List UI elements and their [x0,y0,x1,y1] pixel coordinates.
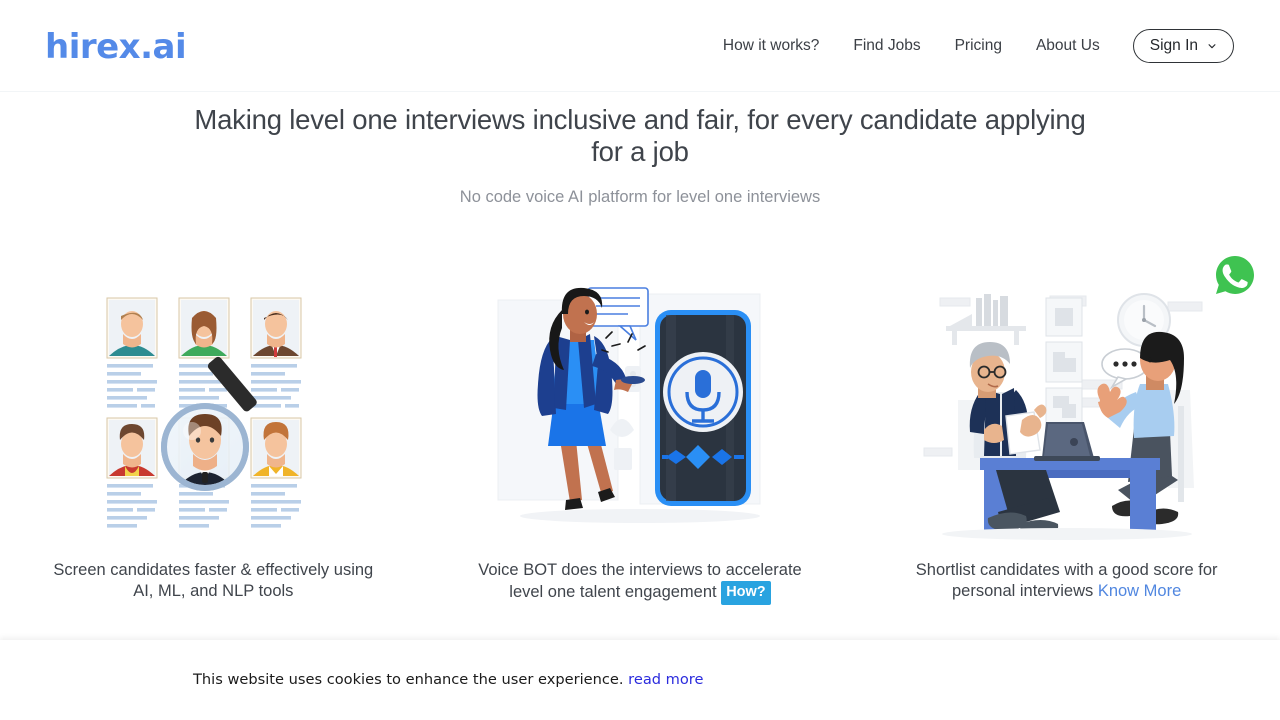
caption-line-2: level one talent engagement [509,583,717,601]
hero-section: Making level one interviews inclusive an… [0,96,1280,207]
feature-card-interview: Shortlist candidates with a good score f… [853,250,1280,605]
feature-caption-interview: Shortlist candidates with a good score f… [867,560,1267,602]
nav-item-find-jobs[interactable]: Find Jobs [836,36,937,56]
page-subtitle: No code voice AI platform for level one … [459,188,821,206]
sign-in-button[interactable]: Sign In [1132,29,1234,63]
page-title: Making level one interviews inclusive an… [194,104,1086,167]
caption-line-1: Shortlist candidates with a good score f… [915,561,1218,579]
whatsapp-icon [1216,256,1254,294]
brand-logo[interactable]: hirex.ai [45,27,187,67]
nav-item-pricing[interactable]: Pricing [938,36,1019,56]
main-navigation: How it works? Find Jobs Pricing About Us… [706,0,1234,92]
personal-interview-illustration [922,250,1212,540]
cookie-consent-banner: This website uses cookies to enhance the… [0,640,1280,720]
feature-card-voice-bot: Voice BOT does the interviews to acceler… [427,250,854,605]
caption-line-2: personal interviews [952,582,1094,600]
how-badge-link[interactable]: How? [721,581,771,605]
feature-caption-voice-bot: Voice BOT does the interviews to acceler… [440,560,840,605]
cookie-message-text: This website uses cookies to enhance the… [193,671,624,688]
cookie-read-more-link[interactable]: read more [628,671,703,688]
caption-line-1: Screen candidates faster & effectively u… [53,561,374,579]
nav-item-about-us[interactable]: About Us [1019,36,1117,56]
sign-in-label: Sign In [1149,37,1198,54]
feature-card-screening: Screen candidates faster & effectively u… [0,250,427,605]
candidate-screening-illustration [93,250,333,540]
whatsapp-chat-button[interactable] [1214,254,1256,296]
nav-item-how-it-works[interactable]: How it works? [706,36,836,56]
voice-bot-phone-illustration [490,250,790,540]
feature-row: Screen candidates faster & effectively u… [0,250,1280,605]
know-more-link[interactable]: Know More [1098,582,1181,600]
site-header: hirex.ai How it works? Find Jobs Pricing… [0,0,1280,92]
landing-page: hirex.ai How it works? Find Jobs Pricing… [0,0,1280,720]
feature-caption-screening: Screen candidates faster & effectively u… [13,560,413,602]
cookie-message: This website uses cookies to enhance the… [193,671,703,688]
caption-line-2: AI, ML, and NLP tools [133,582,294,600]
chevron-down-icon [1208,44,1216,49]
caption-line-1: Voice BOT does the interviews to acceler… [478,561,802,579]
